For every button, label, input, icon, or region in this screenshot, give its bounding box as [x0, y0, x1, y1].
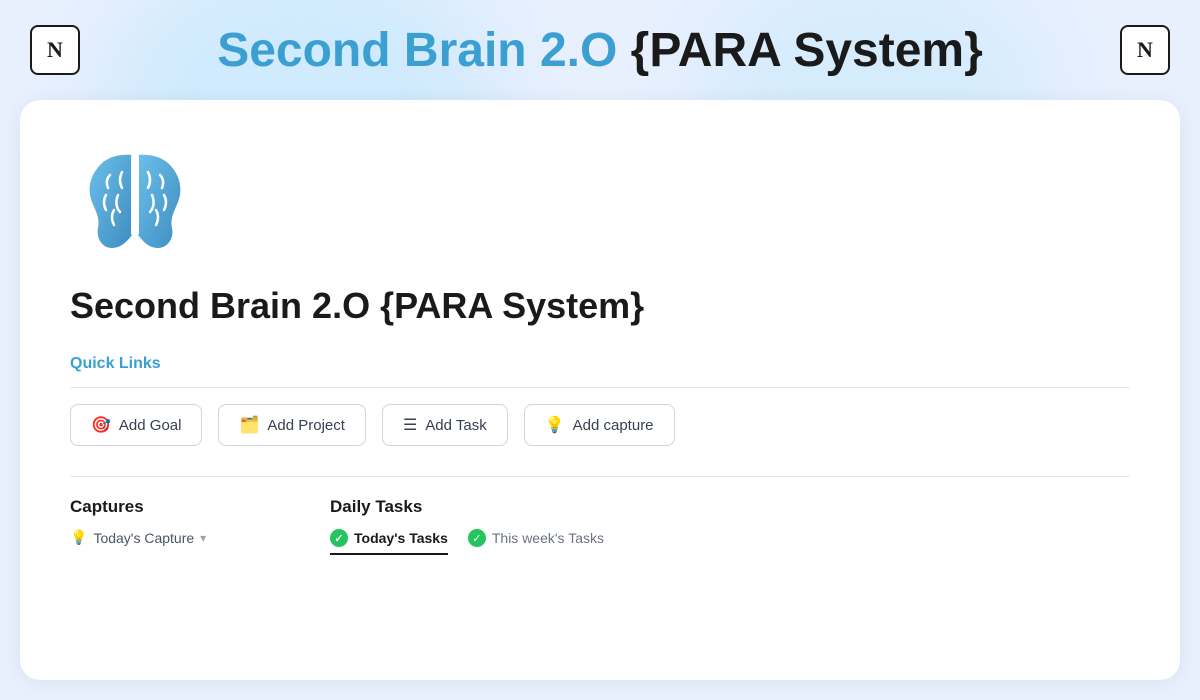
captures-item-icon: 💡: [70, 529, 87, 546]
daily-tasks-header: Daily Tasks: [330, 497, 1130, 517]
notion-logo-right[interactable]: N: [1120, 25, 1170, 75]
quick-links-label: Quick Links: [70, 355, 1130, 373]
header-title-black: {PARA System}: [631, 24, 983, 77]
this-weeks-tasks-check-icon: ✓: [468, 529, 486, 547]
add-project-label: Add Project: [267, 417, 345, 434]
add-task-button[interactable]: ☰ Add Task: [382, 404, 508, 446]
brain-icon: [70, 130, 200, 260]
add-project-button[interactable]: 🗂️ Add Project: [218, 404, 365, 446]
notion-logo-left[interactable]: N: [30, 25, 80, 75]
captures-section: Captures 💡 Today's Capture ▾: [70, 497, 270, 555]
bottom-sections: Captures 💡 Today's Capture ▾ Daily Tasks…: [70, 476, 1130, 555]
notion-icon-left[interactable]: N: [30, 25, 80, 75]
add-goal-button[interactable]: 🎯 Add Goal: [70, 404, 202, 446]
task-icon: ☰: [403, 415, 417, 435]
quick-links-row: 🎯 Add Goal 🗂️ Add Project ☰ Add Task 💡 A…: [70, 404, 1130, 446]
captures-today-item[interactable]: 💡 Today's Capture ▾: [70, 529, 270, 546]
captures-item-label: Today's Capture: [93, 530, 194, 546]
brain-icon-container: [70, 130, 1130, 265]
quick-links-divider: [70, 387, 1130, 388]
header-title: Second Brain 2.O {PARA System}: [217, 23, 983, 78]
this-weeks-tasks-label: This week's Tasks: [492, 530, 604, 546]
notion-icon-right[interactable]: N: [1120, 25, 1170, 75]
header-title-blue: Second Brain 2.O: [217, 24, 617, 77]
main-card: Second Brain 2.O {PARA System} Quick Lin…: [20, 100, 1180, 680]
todays-tasks-check-icon: ✓: [330, 529, 348, 547]
todays-tasks-label: Today's Tasks: [354, 530, 448, 546]
daily-tasks-section: Daily Tasks ✓ Today's Tasks ✓ This week'…: [330, 497, 1130, 555]
add-task-label: Add Task: [425, 417, 486, 434]
project-icon: 🗂️: [239, 415, 259, 435]
tab-todays-tasks[interactable]: ✓ Today's Tasks: [330, 529, 448, 555]
add-capture-label: Add capture: [573, 417, 654, 434]
goal-icon: 🎯: [91, 415, 111, 435]
captures-header: Captures: [70, 497, 270, 517]
page-title: Second Brain 2.O {PARA System}: [70, 285, 1130, 327]
add-capture-button[interactable]: 💡 Add capture: [524, 404, 675, 446]
tab-this-weeks-tasks[interactable]: ✓ This week's Tasks: [468, 529, 604, 555]
add-goal-label: Add Goal: [119, 417, 182, 434]
capture-icon: 💡: [545, 415, 565, 435]
tasks-tabs: ✓ Today's Tasks ✓ This week's Tasks: [330, 529, 1130, 555]
captures-chevron-icon: ▾: [200, 531, 206, 545]
quick-links-section: Quick Links 🎯 Add Goal 🗂️ Add Project ☰ …: [70, 355, 1130, 446]
header: N Second Brain 2.O {PARA System} N: [0, 0, 1200, 100]
